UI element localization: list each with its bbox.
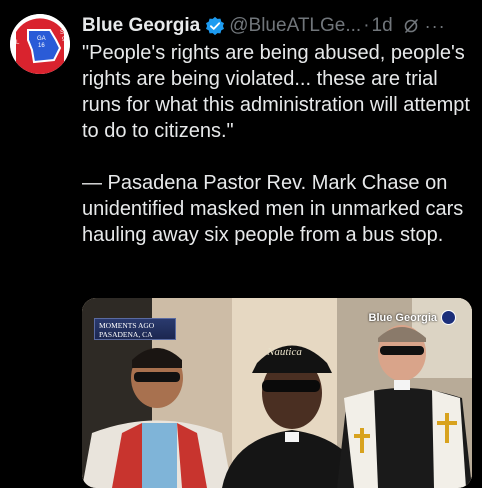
- avatar[interactable]: AL GA 16 SC 9: [10, 14, 70, 74]
- avatar-label-ga-votes: 16: [38, 43, 45, 49]
- tweet-video[interactable]: Nautica MOMENTS AGO PASADENA, CA Blue Ge…: [82, 298, 472, 488]
- tweet-header: Blue Georgia @BlueATLGe... · 1d ···: [82, 13, 470, 39]
- tweet-attribution-paragraph: — Pasadena Pastor Rev. Mark Chase on uni…: [82, 172, 464, 246]
- watermark-logo-icon: [441, 310, 456, 325]
- watermark-label: Blue Georgia: [368, 311, 437, 324]
- avatar-label-ga: GA: [37, 36, 46, 42]
- more-options-icon[interactable]: ···: [425, 16, 446, 37]
- author-handle[interactable]: @BlueATLGe...: [229, 15, 361, 37]
- tweet-text: "People's rights are being abused, peopl…: [82, 40, 474, 248]
- avatar-label-al: AL: [12, 40, 20, 46]
- hat-logo-text: Nautica: [266, 346, 302, 358]
- tweet-quote-paragraph: "People's rights are being abused, peopl…: [82, 42, 470, 142]
- header-separator: ·: [363, 15, 370, 36]
- grok-icon[interactable]: [403, 18, 419, 34]
- verified-badge-icon: [206, 16, 225, 36]
- avatar-label-sc: SC: [60, 30, 69, 36]
- news-chyron: MOMENTS AGO PASADENA, CA: [94, 318, 176, 340]
- author-name[interactable]: Blue Georgia: [82, 15, 200, 37]
- chyron-line-2: PASADENA, CA: [99, 330, 153, 339]
- video-watermark: Blue Georgia: [369, 310, 456, 325]
- tweet-timestamp[interactable]: 1d: [372, 15, 393, 37]
- chyron-line-1: MOMENTS AGO: [99, 321, 155, 330]
